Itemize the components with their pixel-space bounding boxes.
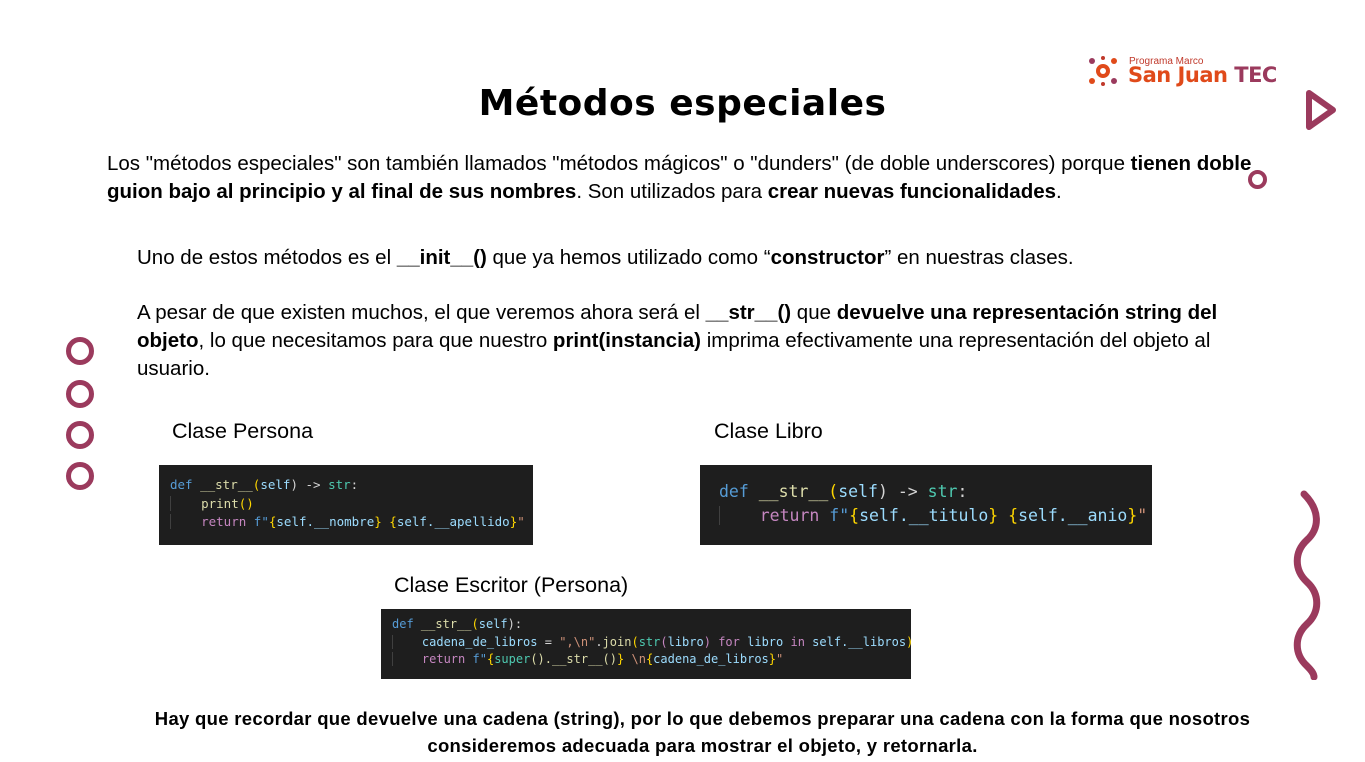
page-title: Métodos especiales: [478, 83, 887, 124]
footer-note: Hay que recordar que devuelve una cadena…: [154, 708, 1251, 756]
wave-icon: [1293, 490, 1321, 680]
caption-escritor: Clase Escritor (Persona): [394, 573, 629, 597]
caption-persona: Clase Persona: [172, 419, 314, 443]
code-line: print(): [170, 495, 533, 514]
str-paragraph: A pesar de que existen muchos, el que ve…: [137, 301, 1218, 380]
deco-ring-3: [66, 421, 94, 449]
code-line: return f"{self.__nombre} {self.__apellid…: [170, 513, 533, 532]
code-line: return f"{self.__titulo} {self.__anio}": [719, 504, 1152, 528]
code-line: return f"{super().__str__()} \n{cadena_d…: [392, 651, 911, 669]
code-line: def __str__(self) -> str:: [170, 477, 359, 492]
deco-ring-4: [66, 462, 94, 490]
code-block-escritor: def __str__(self): cadena_de_libros = ",…: [381, 609, 913, 679]
deco-ring-1: [66, 337, 94, 365]
code-block-persona: def __str__(self) -> str: print() return…: [159, 465, 533, 545]
code-block-libro: def __str__(self) -> str: return f"{self…: [700, 465, 1152, 545]
intro-paragraph: Los "métodos especiales" son también lla…: [107, 152, 1252, 203]
init-paragraph: Uno de estos métodos es el __init__() qu…: [137, 246, 1074, 269]
deco-ring-2: [66, 380, 94, 408]
code-line: cadena_de_libros = ",\n".join(str(libro)…: [392, 634, 913, 652]
caption-libro: Clase Libro: [714, 419, 823, 443]
code-line: def __str__(self) -> str:: [719, 482, 968, 501]
code-line: def __str__(self):: [392, 617, 523, 631]
